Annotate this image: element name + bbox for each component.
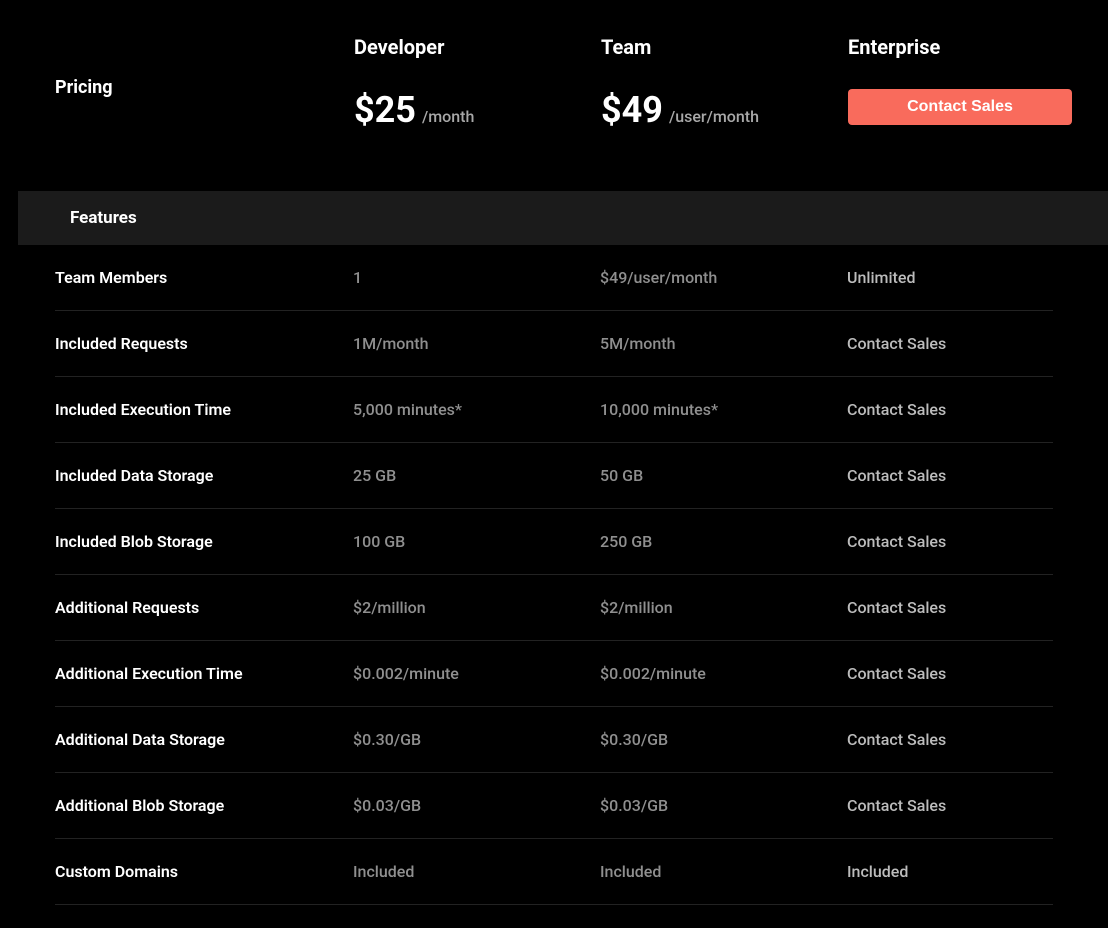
feature-value-developer: Included bbox=[353, 862, 600, 881]
feature-label: Included Execution Time bbox=[55, 400, 353, 419]
pricing-label: Pricing bbox=[55, 77, 354, 98]
plan-price-line: $25 /month bbox=[354, 89, 601, 131]
feature-label: Included Requests bbox=[55, 334, 353, 353]
feature-value-team: Included bbox=[600, 862, 847, 881]
table-row: Additional Data Storage $0.30/GB $0.30/G… bbox=[55, 707, 1053, 773]
pricing-header: Pricing Developer $25 /month Team $49 /u… bbox=[0, 0, 1108, 191]
plan-developer: Developer $25 /month bbox=[354, 35, 601, 131]
feature-value-developer: 1 bbox=[353, 268, 600, 287]
features-section-header: Features bbox=[18, 191, 1108, 245]
table-row: Additional Requests $2/million $2/millio… bbox=[55, 575, 1053, 641]
table-row: Additional Execution Time $0.002/minute … bbox=[55, 641, 1053, 707]
pricing-label-col: Pricing bbox=[55, 35, 354, 98]
feature-label: Included Data Storage bbox=[55, 466, 353, 485]
feature-value-team: $49/user/month bbox=[600, 268, 847, 287]
feature-value-developer: 1M/month bbox=[353, 334, 600, 353]
feature-value-team: 5M/month bbox=[600, 334, 847, 353]
feature-value-developer: 5,000 minutes* bbox=[353, 400, 600, 419]
feature-label: Additional Blob Storage bbox=[55, 796, 353, 815]
feature-label: Team Members bbox=[55, 268, 353, 287]
plan-name: Enterprise bbox=[848, 35, 1072, 59]
plan-price-line: $49 /user/month bbox=[601, 89, 848, 131]
plan-team: Team $49 /user/month bbox=[601, 35, 848, 131]
feature-value-developer: $0.30/GB bbox=[353, 730, 600, 749]
feature-value-enterprise: Contact Sales bbox=[847, 400, 1053, 419]
plan-enterprise: Enterprise Contact Sales bbox=[848, 35, 1072, 125]
feature-value-enterprise: Contact Sales bbox=[847, 730, 1053, 749]
feature-value-enterprise: Contact Sales bbox=[847, 796, 1053, 815]
feature-value-enterprise: Contact Sales bbox=[847, 664, 1053, 683]
plan-price: $25 bbox=[354, 89, 416, 131]
feature-value-developer: $0.002/minute bbox=[353, 664, 600, 683]
feature-label: Included Blob Storage bbox=[55, 532, 353, 551]
feature-label: Additional Requests bbox=[55, 598, 353, 617]
pricing-page: Pricing Developer $25 /month Team $49 /u… bbox=[0, 0, 1108, 925]
feature-value-team: $2/million bbox=[600, 598, 847, 617]
table-row: Included Requests 1M/month 5M/month Cont… bbox=[55, 311, 1053, 377]
table-row: Custom Domains Included Included Include… bbox=[55, 839, 1053, 905]
feature-value-team: 10,000 minutes* bbox=[600, 400, 847, 419]
feature-value-team: $0.30/GB bbox=[600, 730, 847, 749]
feature-label: Additional Data Storage bbox=[55, 730, 353, 749]
feature-label: Custom Domains bbox=[55, 862, 353, 881]
plan-price: $49 bbox=[601, 89, 663, 131]
table-row: Additional Blob Storage $0.03/GB $0.03/G… bbox=[55, 773, 1053, 839]
plan-name: Developer bbox=[354, 35, 601, 59]
feature-value-enterprise: Contact Sales bbox=[847, 334, 1053, 353]
feature-value-team: $0.03/GB bbox=[600, 796, 847, 815]
contact-sales-button[interactable]: Contact Sales bbox=[848, 89, 1072, 125]
features-table: Team Members 1 $49/user/month Unlimited … bbox=[0, 245, 1108, 925]
feature-label: Additional Execution Time bbox=[55, 664, 353, 683]
table-row: Included Execution Time 5,000 minutes* 1… bbox=[55, 377, 1053, 443]
table-row: Team Members 1 $49/user/month Unlimited bbox=[55, 245, 1053, 311]
feature-value-developer: $0.03/GB bbox=[353, 796, 600, 815]
feature-value-developer: 25 GB bbox=[353, 466, 600, 485]
feature-value-team: 250 GB bbox=[600, 532, 847, 551]
table-row: Included Data Storage 25 GB 50 GB Contac… bbox=[55, 443, 1053, 509]
plan-price-suffix: /user/month bbox=[669, 107, 759, 126]
feature-value-enterprise: Contact Sales bbox=[847, 598, 1053, 617]
feature-value-enterprise: Unlimited bbox=[847, 268, 1053, 287]
feature-value-developer: 100 GB bbox=[353, 532, 600, 551]
feature-value-team: $0.002/minute bbox=[600, 664, 847, 683]
table-row: Included Blob Storage 100 GB 250 GB Cont… bbox=[55, 509, 1053, 575]
feature-value-developer: $2/million bbox=[353, 598, 600, 617]
feature-value-team: 50 GB bbox=[600, 466, 847, 485]
feature-value-enterprise: Contact Sales bbox=[847, 532, 1053, 551]
plan-price-suffix: /month bbox=[422, 107, 474, 126]
plan-name: Team bbox=[601, 35, 848, 59]
feature-value-enterprise: Included bbox=[847, 862, 1053, 881]
feature-value-enterprise: Contact Sales bbox=[847, 466, 1053, 485]
